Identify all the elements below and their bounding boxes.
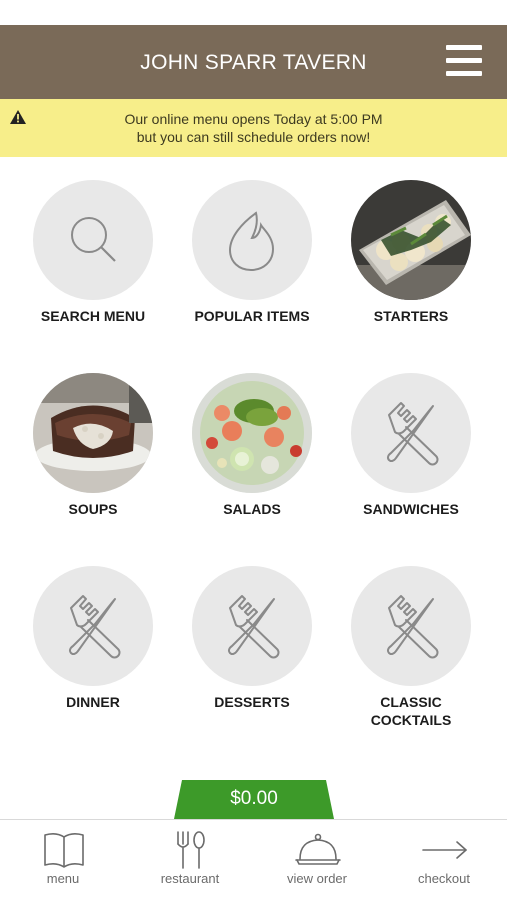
nav-label: view order <box>287 871 347 886</box>
category-salads[interactable]: SALADS <box>182 373 322 523</box>
category-label: DINNER <box>66 694 120 710</box>
nav-view-order[interactable]: view order <box>254 820 380 900</box>
category-label: SANDWICHES <box>363 501 459 517</box>
nav-label: menu <box>46 871 80 886</box>
category-label: SOUPS <box>68 501 118 517</box>
starters-photo <box>351 180 471 300</box>
category-popular-items[interactable]: POPULAR ITEMS <box>182 180 322 330</box>
category-label: POPULAR ITEMS <box>194 308 310 324</box>
category-dinner[interactable]: DINNER <box>23 566 163 731</box>
banner-line-2: but you can still schedule orders now! <box>136 129 371 145</box>
category-label: STARTERS <box>373 308 449 324</box>
nav-label: checkout <box>417 871 471 886</box>
flame-icon <box>192 180 312 300</box>
cloche-icon <box>295 833 341 865</box>
category-classic-cocktails[interactable]: CLASSIC COCKTAILS <box>341 566 481 731</box>
app-header: JOHN SPARR TAVERN <box>0 25 507 99</box>
nav-menu[interactable]: menu <box>0 820 126 900</box>
category-search-menu[interactable]: SEARCH MENU <box>23 180 163 330</box>
utensils-icon <box>177 831 205 869</box>
category-sandwiches[interactable]: SANDWICHES <box>341 373 481 523</box>
hamburger-menu-icon[interactable] <box>446 45 482 77</box>
book-icon <box>44 832 84 868</box>
fork-knife-icon <box>351 566 471 686</box>
category-label-line-1: CLASSIC <box>380 694 442 710</box>
search-icon <box>33 180 153 300</box>
nav-label: restaurant <box>160 871 220 886</box>
soups-photo <box>33 373 153 493</box>
cart-total[interactable]: $0.00 <box>174 788 334 810</box>
nav-restaurant[interactable]: restaurant <box>127 820 253 900</box>
category-label-line-2: COCKTAILS <box>370 712 452 728</box>
bottom-nav: menu restaurant view order checkout <box>0 819 507 901</box>
category-starters[interactable]: STARTERS <box>341 180 481 330</box>
salads-photo <box>192 373 312 493</box>
banner-line-1: Our online menu opens Today at 5:00 PM <box>124 111 383 127</box>
category-label: CLASSIC COCKTAILS <box>331 693 491 729</box>
fork-knife-icon <box>33 566 153 686</box>
category-soups[interactable]: SOUPS <box>23 373 163 523</box>
restaurant-title: JOHN SPARR TAVERN <box>140 51 367 74</box>
category-label: SALADS <box>223 501 281 517</box>
category-label: DESSERTS <box>214 694 290 710</box>
category-desserts[interactable]: DESSERTS <box>182 566 322 731</box>
fork-knife-icon <box>351 373 471 493</box>
status-bar-area <box>0 0 507 25</box>
hours-notice-banner: Our online menu opens Today at 5:00 PM b… <box>0 99 507 157</box>
arrow-right-icon <box>422 841 467 859</box>
category-label: SEARCH MENU <box>40 308 146 324</box>
fork-knife-icon <box>192 566 312 686</box>
warning-icon <box>10 110 26 124</box>
nav-checkout[interactable]: checkout <box>381 820 507 900</box>
